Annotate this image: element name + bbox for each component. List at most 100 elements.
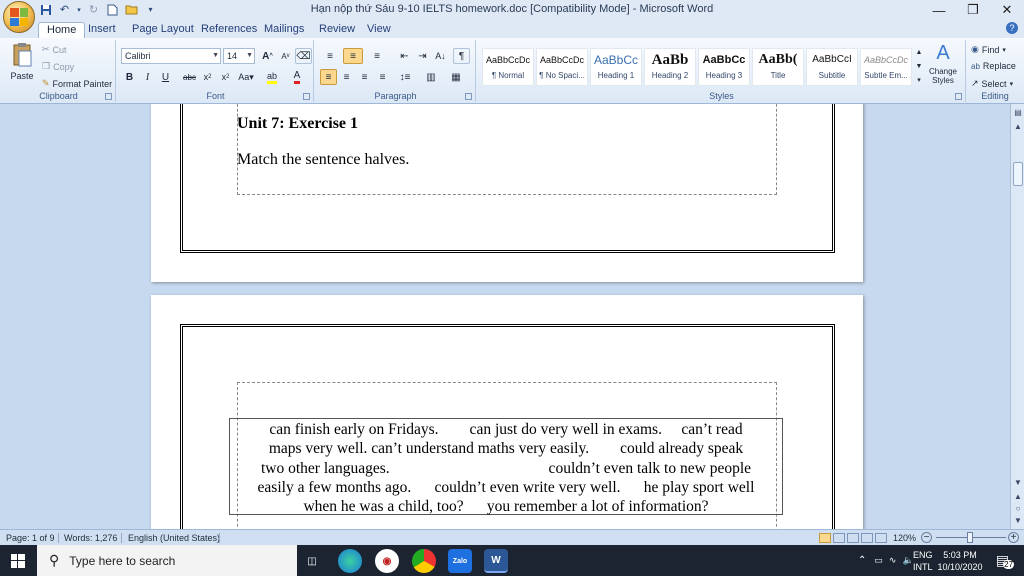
replace-button[interactable]: ab Replace <box>971 61 1016 71</box>
pilcrow-icon[interactable]: ¶ <box>453 48 470 64</box>
justify-icon[interactable]: ≡ <box>374 69 391 85</box>
print-layout-icon[interactable] <box>819 533 831 543</box>
align-left-icon[interactable]: ≡ <box>320 69 337 85</box>
undo-icon[interactable]: ↶ <box>57 2 72 17</box>
clear-formatting-icon[interactable]: ⌫ <box>295 48 312 64</box>
decrease-indent-icon[interactable]: ⇤ <box>396 48 413 64</box>
subscript-button[interactable]: x2 <box>199 69 216 85</box>
align-center-icon[interactable]: ≡ <box>338 69 355 85</box>
word-taskbar-icon[interactable]: W <box>484 549 508 573</box>
wifi-icon[interactable]: ∿ <box>889 555 897 566</box>
clipboard-launcher-icon[interactable] <box>105 93 112 100</box>
style-subtle-emphasis[interactable]: AaBbCcDc Subtle Em... <box>860 48 912 86</box>
full-screen-reading-icon[interactable] <box>833 533 845 543</box>
underline-button[interactable]: U <box>157 69 174 85</box>
styles-launcher-icon[interactable] <box>955 93 962 100</box>
strikethrough-button[interactable]: abc <box>181 69 198 85</box>
cut-button[interactable]: ✂ Cut <box>42 44 67 55</box>
superscript-button[interactable]: x2 <box>217 69 234 85</box>
copy-button[interactable]: ❐ Copy <box>42 61 74 72</box>
format-painter-button[interactable]: ✎ Format Painter <box>42 78 112 89</box>
paste-button[interactable]: Paste <box>10 42 34 81</box>
customize-toolbar-icon[interactable]: ▾ <box>143 2 158 17</box>
office-button[interactable] <box>3 1 35 33</box>
language-indicator[interactable]: English (United States) <box>128 533 220 543</box>
clock[interactable]: 5:03 PM 10/10/2020 <box>937 545 982 576</box>
bullets-icon[interactable]: ≡ <box>320 48 340 64</box>
browse-object-icon[interactable]: ○ <box>1012 504 1024 516</box>
paragraph-launcher-icon[interactable] <box>465 93 472 100</box>
sort-icon[interactable]: A↓ <box>432 48 449 64</box>
font-color-icon[interactable]: A <box>286 69 308 85</box>
change-case-button[interactable]: Aa▾ <box>235 69 257 85</box>
style-subtitle[interactable]: AaBbCcI Subtitle <box>806 48 858 86</box>
numbering-icon[interactable]: ≡ <box>343 48 363 64</box>
tab-home[interactable]: Home <box>38 22 86 38</box>
style-heading-1[interactable]: AaBbCc Heading 1 <box>590 48 642 86</box>
italic-button[interactable]: I <box>139 69 156 85</box>
save-icon[interactable] <box>38 2 53 17</box>
document-area[interactable]: Unit 7: Exercise 1 Match the sentence ha… <box>0 104 1010 529</box>
change-styles-button[interactable]: A Change Styles <box>925 42 961 85</box>
volume-icon[interactable]: 🔈 <box>902 555 913 566</box>
page-count[interactable]: Page: 1 of 9 <box>6 533 55 543</box>
undo-dropdown-icon[interactable]: ▾ <box>76 2 82 17</box>
draft-icon[interactable] <box>875 533 887 543</box>
tab-page-layout[interactable]: Page Layout <box>124 22 202 38</box>
media-player-icon[interactable]: ◉ <box>375 549 399 573</box>
font-size-combo[interactable]: 14 ▼ <box>223 48 255 64</box>
redo-icon[interactable]: ↻ <box>86 2 101 17</box>
scrollbar-thumb[interactable] <box>1013 162 1023 186</box>
show-hidden-icons-icon[interactable]: ⌃ <box>858 555 866 566</box>
find-button[interactable]: ◉ Find ▾ <box>971 44 1006 55</box>
shading-icon[interactable]: ▥ <box>420 69 442 85</box>
style-normal[interactable]: AaBbCcDc ¶ Normal <box>482 48 534 86</box>
font-name-combo[interactable]: Calibri ▼ <box>121 48 221 64</box>
borders-icon[interactable]: ▦ <box>444 69 468 85</box>
vertical-scrollbar[interactable]: ▤ ▲ ▼ ▲ ○ ▼ <box>1010 104 1024 529</box>
help-icon[interactable]: ? <box>1006 22 1018 34</box>
taskbar-search[interactable]: ⚲ Type here to search <box>37 545 297 576</box>
tab-mailings[interactable]: Mailings <box>256 22 312 38</box>
language-switcher[interactable]: ENG INTL <box>913 545 933 576</box>
close-button[interactable]: ✕ <box>990 0 1024 20</box>
style-no-spacing[interactable]: AaBbCcDc ¶ No Spaci... <box>536 48 588 86</box>
notifications-button[interactable]: ▤ 27 <box>992 545 1018 576</box>
tab-review[interactable]: Review <box>311 22 363 38</box>
zoom-out-icon[interactable]: − <box>921 532 932 543</box>
tab-references[interactable]: References <box>193 22 265 38</box>
bold-button[interactable]: B <box>121 69 138 85</box>
outline-icon[interactable] <box>861 533 873 543</box>
scroll-up-icon[interactable]: ▲ <box>1012 122 1024 134</box>
line-spacing-icon[interactable]: ↕≡ <box>394 69 416 85</box>
ruler-toggle-icon[interactable]: ▤ <box>1012 108 1024 120</box>
increase-indent-icon[interactable]: ⇥ <box>414 48 431 64</box>
next-page-icon[interactable]: ▼ <box>1012 516 1024 528</box>
restore-button[interactable]: ❐ <box>956 0 990 20</box>
chrome-icon[interactable] <box>412 549 436 573</box>
tab-view[interactable]: View <box>359 22 399 38</box>
new-document-icon[interactable] <box>105 2 120 17</box>
styles-scroll-down-icon[interactable]: ▼ <box>914 60 924 72</box>
align-right-icon[interactable]: ≡ <box>356 69 373 85</box>
word-count[interactable]: Words: 1,276 <box>64 533 117 543</box>
styles-more-icon[interactable]: ▾ <box>914 74 924 86</box>
scroll-down-icon[interactable]: ▼ <box>1012 478 1024 490</box>
styles-scroll-up-icon[interactable]: ▲ <box>914 46 924 58</box>
zalo-icon[interactable]: Zalo <box>448 549 472 573</box>
task-view-icon[interactable]: ◫ <box>300 549 324 573</box>
tab-insert[interactable]: Insert <box>80 22 124 38</box>
start-button[interactable] <box>0 545 36 576</box>
multilevel-list-icon[interactable]: ≡ <box>367 48 387 64</box>
grow-font-button[interactable]: A ^ <box>259 48 276 64</box>
answer-options-box[interactable]: can finish early on Fridays. can just do… <box>229 418 783 515</box>
shrink-font-button[interactable]: Av <box>277 48 294 64</box>
battery-icon[interactable]: ▭ <box>874 555 883 566</box>
zoom-in-icon[interactable]: + <box>1008 532 1019 543</box>
select-button[interactable]: ↗ Select ▾ <box>971 78 1013 89</box>
previous-page-icon[interactable]: ▲ <box>1012 492 1024 504</box>
style-heading-3[interactable]: AaBbCc Heading 3 <box>698 48 750 86</box>
font-launcher-icon[interactable] <box>303 93 310 100</box>
highlight-icon[interactable]: ab <box>261 69 283 85</box>
open-folder-icon[interactable] <box>124 2 139 17</box>
